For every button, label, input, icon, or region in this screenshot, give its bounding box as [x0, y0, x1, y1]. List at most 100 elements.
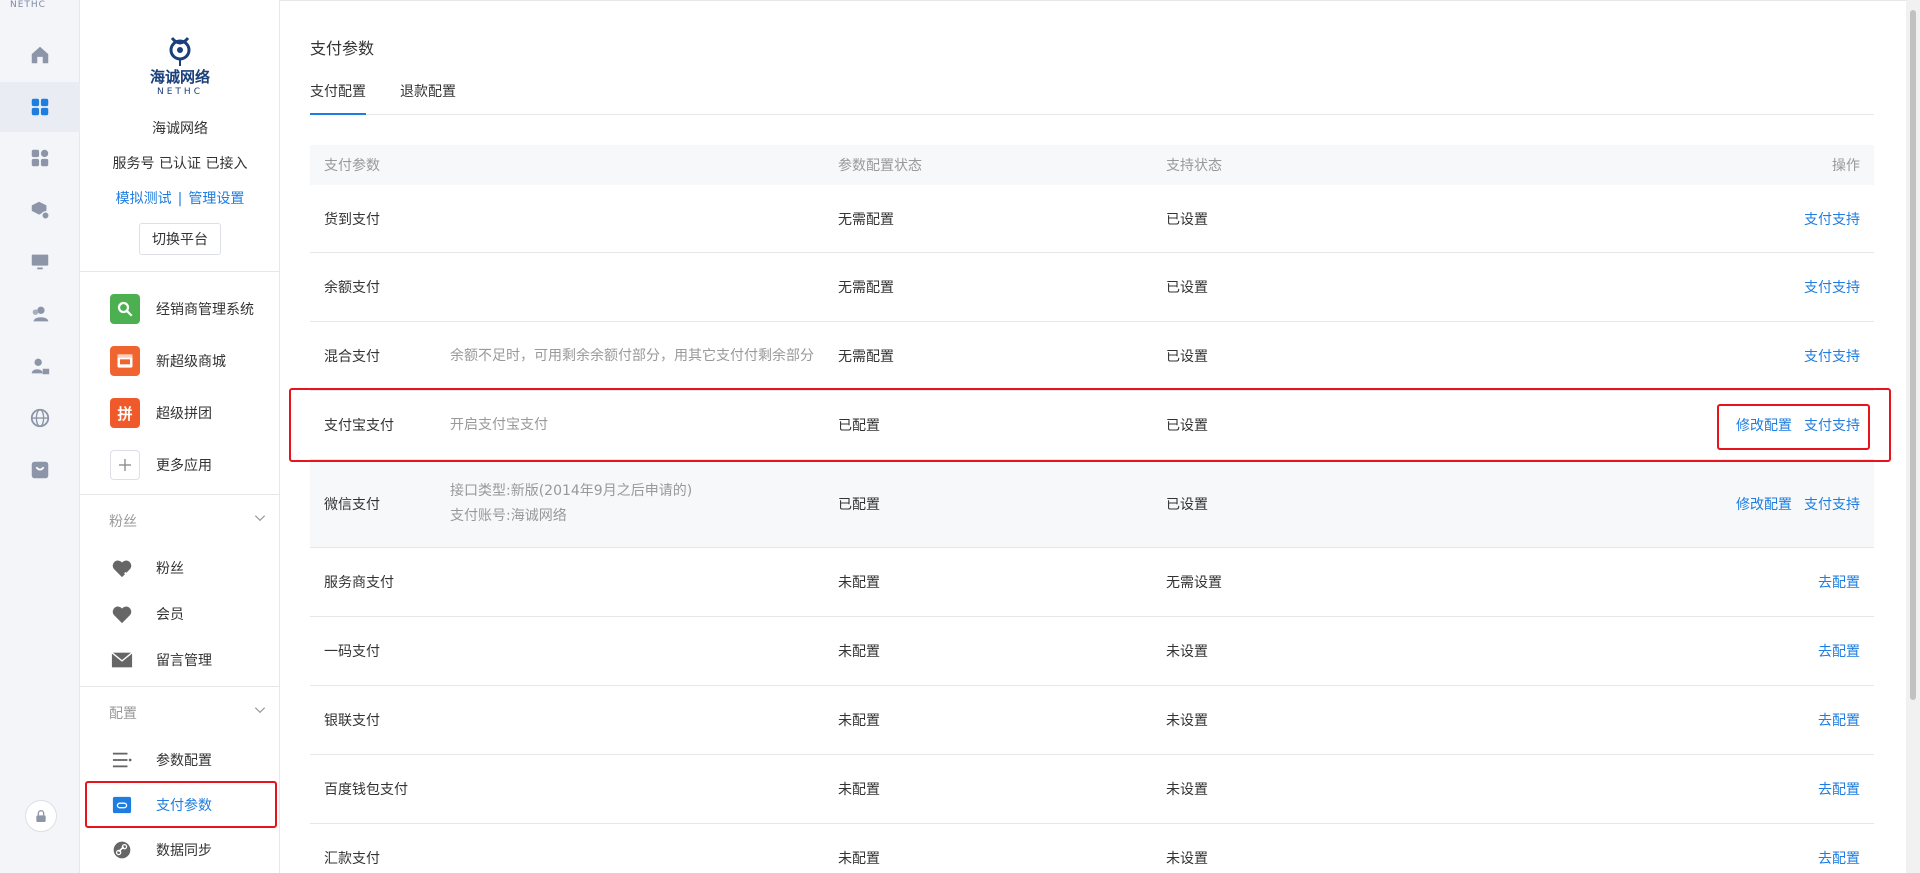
divider	[80, 494, 280, 495]
payment-desc-line: 余额不足时，可用剩余余额付部分，用其它支付付剩余部分	[450, 347, 814, 364]
cell-param: 服务商支付	[310, 572, 824, 592]
config-status: 未配置	[838, 713, 880, 729]
rail-user-lock[interactable]	[0, 341, 80, 391]
go-config-link[interactable]: 去配置	[1818, 713, 1860, 729]
rail-users[interactable]	[0, 289, 80, 339]
manage-settings-link[interactable]: 管理设置	[188, 191, 244, 207]
payment-name: 货到支付	[324, 211, 380, 228]
chevron-down-icon[interactable]	[253, 511, 267, 525]
table-row: 服务商支付 未配置 无需设置 去配置	[310, 548, 1874, 617]
mall-icon	[110, 346, 140, 376]
col-header-param: 支付参数	[324, 158, 380, 174]
table-row: 百度钱包支付 未配置 未设置 去配置	[310, 755, 1874, 824]
chevron-down-icon[interactable]	[253, 703, 267, 717]
col-header-actions: 操作	[1832, 158, 1860, 174]
rail-top-mark: NETHC	[10, 0, 46, 10]
menu-param-config[interactable]: 参数配置	[110, 742, 270, 778]
support-status: 未设置	[1166, 713, 1208, 729]
payment-support-link[interactable]: 支付支持	[1804, 418, 1860, 434]
menu-members[interactable]: 会员	[110, 596, 270, 632]
cell-param: 混合支付 余额不足时，可用剩余余额付部分，用其它支付付剩余部分	[310, 344, 824, 369]
row-actions: 修改配置 支付支持	[1480, 415, 1874, 435]
app-dealer[interactable]: 经销商管理系统	[110, 291, 280, 327]
payment-name: 一码支付	[324, 644, 380, 660]
dashboard-icon	[31, 98, 49, 116]
app-more[interactable]: 更多应用	[110, 447, 280, 483]
table-body: 货到支付 无需配置 已设置 支付支持 余额支付 无需配置 已设置 支付支持 混合支付 余额不足时，…	[310, 185, 1874, 873]
users-icon	[32, 306, 49, 322]
row-actions: 去配置	[1480, 710, 1874, 730]
tab-refund-config[interactable]: 退款配置	[400, 81, 456, 113]
go-config-link[interactable]: 去配置	[1818, 782, 1860, 798]
go-config-link[interactable]: 去配置	[1818, 575, 1860, 591]
go-config-link[interactable]: 去配置	[1818, 644, 1860, 660]
config-status: 无需配置	[838, 349, 894, 365]
simulate-test-link[interactable]: 模拟测试	[116, 191, 172, 207]
link-icon	[110, 838, 134, 862]
payment-support-link[interactable]: 支付支持	[1804, 212, 1860, 228]
row-actions: 去配置	[1480, 572, 1874, 592]
config-status: 无需配置	[838, 280, 894, 296]
rail-apps[interactable]	[0, 133, 80, 183]
app-group-buy-label: 超级拼团	[156, 406, 212, 422]
group-buy-icon: 拼	[110, 398, 140, 428]
divider	[80, 686, 280, 687]
support-status: 未设置	[1166, 851, 1208, 867]
cell-param: 一码支付	[310, 641, 824, 661]
fans-group-title: 粉丝	[109, 514, 137, 530]
config-status: 未配置	[838, 782, 880, 798]
payment-name: 混合支付	[324, 349, 380, 365]
table-row: 银联支付 未配置 未设置 去配置	[310, 686, 1874, 755]
edit-config-link[interactable]: 修改配置	[1736, 497, 1792, 513]
payment-desc-line: 开启支付宝支付	[450, 416, 548, 433]
payment-desc: 接口类型:新版(2014年9月之后申请的) 支付账号:海诚网络	[450, 479, 692, 529]
payment-support-link[interactable]: 支付支持	[1804, 280, 1860, 296]
mail-icon	[110, 648, 134, 672]
config-status: 无需配置	[838, 211, 894, 228]
cell-param: 银联支付	[310, 710, 824, 730]
table-row: 微信支付 接口类型:新版(2014年9月之后申请的) 支付账号:海诚网络 已配置 已设置…	[310, 460, 1874, 548]
payment-table: 支付参数 参数配置状态 支持状态 操作 货到支付 无需配置 已设置 支付支持 余额支付无…	[310, 145, 1874, 873]
tab-payment-config[interactable]: 支付配置	[310, 81, 366, 115]
heart-icon	[110, 602, 134, 626]
menu-payment-params[interactable]: 支付参数	[110, 787, 270, 823]
app-mall[interactable]: 新超级商城	[110, 343, 280, 379]
rail-lock[interactable]	[25, 800, 57, 832]
payment-desc: 开启支付宝支付	[450, 413, 548, 438]
scrollbar-thumb[interactable]	[1910, 10, 1916, 700]
app-dealer-label: 经销商管理系统	[156, 302, 254, 318]
payment-name: 微信支付	[324, 496, 380, 513]
rail-monitor[interactable]	[0, 237, 80, 287]
vertical-scrollbar[interactable]	[1906, 0, 1920, 873]
go-config-link[interactable]: 去配置	[1818, 851, 1860, 867]
row-actions: 支付支持	[1480, 209, 1874, 229]
menu-messages-label: 留言管理	[156, 653, 212, 669]
heart-check-icon	[110, 556, 134, 580]
rail-dashboard[interactable]	[0, 82, 80, 132]
switch-platform-button[interactable]: 切换平台	[139, 223, 221, 255]
cell-param: 微信支付 接口类型:新版(2014年9月之后申请的) 支付账号:海诚网络	[310, 479, 824, 529]
rail-globe[interactable]	[0, 393, 80, 443]
rail-store[interactable]	[0, 445, 80, 495]
edit-config-link[interactable]: 修改配置	[1736, 418, 1792, 434]
col-header-support-status: 支持状态	[1166, 158, 1222, 174]
box-settings-icon	[31, 201, 50, 220]
payment-desc-line: 接口类型:新版(2014年9月之后申请的)	[450, 482, 693, 499]
payment-support-link[interactable]: 支付支持	[1804, 497, 1860, 513]
payment-support-link[interactable]: 支付支持	[1804, 349, 1860, 365]
support-status: 已设置	[1166, 349, 1208, 365]
support-status: 已设置	[1166, 280, 1208, 296]
menu-data-sync[interactable]: 数据同步	[110, 832, 270, 868]
rail-home[interactable]	[0, 30, 80, 80]
cell-param: 货到支付	[310, 209, 824, 229]
payment-name: 汇款支付	[324, 851, 380, 867]
app-group-buy[interactable]: 拼 超级拼团	[110, 395, 280, 431]
menu-messages[interactable]: 留言管理	[110, 642, 270, 678]
globe-icon	[30, 408, 50, 428]
table-row: 支付宝支付 开启支付宝支付 已配置 已设置 修改配置 支付支持	[310, 391, 1874, 460]
config-group-title: 配置	[109, 706, 137, 722]
menu-fans[interactable]: 粉丝	[110, 550, 270, 586]
monitor-icon	[31, 254, 49, 270]
support-status: 已设置	[1166, 211, 1208, 228]
rail-box-settings[interactable]	[0, 185, 80, 235]
